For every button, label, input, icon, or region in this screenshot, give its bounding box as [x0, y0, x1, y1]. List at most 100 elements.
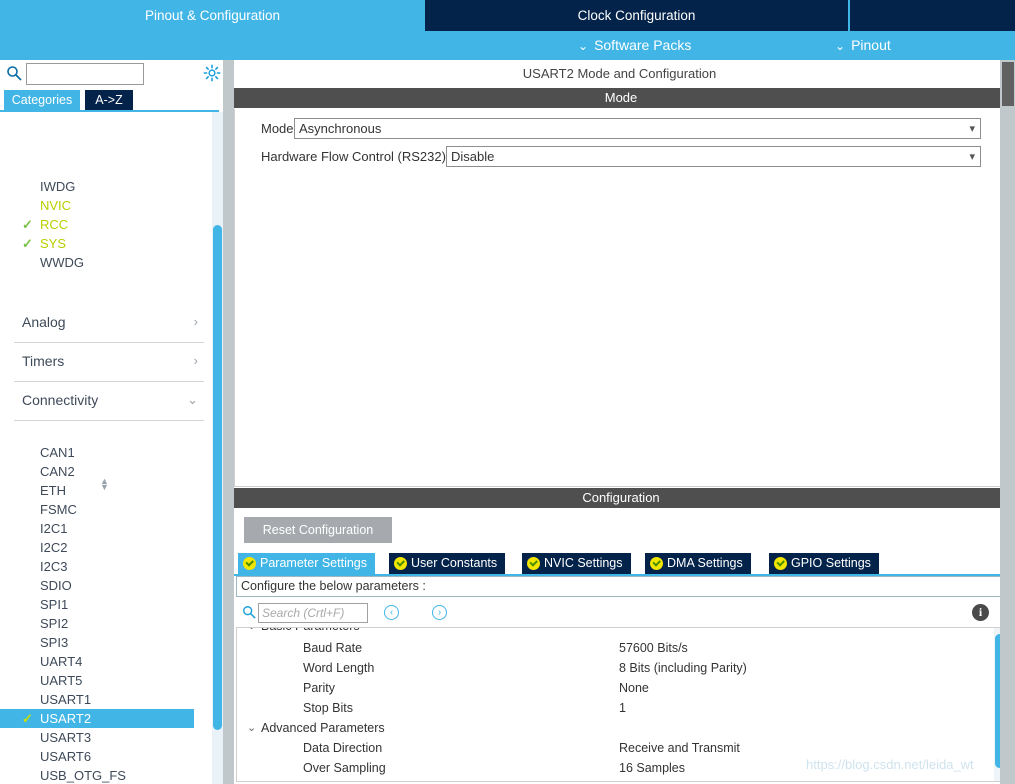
chevron-down-icon: ▾: [969, 151, 975, 163]
parameter-value: 57600 Bits/s: [619, 641, 688, 655]
sidebar-item-label: ETH: [40, 483, 66, 498]
flow-control-select[interactable]: Disable ▾: [446, 146, 981, 167]
sidebar-item-label: USART1: [40, 692, 92, 707]
sidebar-item-label: CAN1: [40, 445, 75, 460]
configuration-pane: USART2 Mode and Configuration Mode Mode …: [234, 60, 1015, 784]
sidebar-group-connectivity[interactable]: Connectivity ⌄: [14, 383, 204, 421]
configuration-panel: Reset Configuration Parameter Settings U…: [234, 509, 1008, 784]
parameter-name: Baud Rate: [303, 641, 363, 655]
sidebar-group-analog[interactable]: Analog ›: [14, 305, 204, 343]
parameter-value: 16 Samples: [619, 761, 686, 775]
pinout-menu[interactable]: ⌄ Pinout: [835, 31, 891, 60]
chevron-down-icon: ⌄: [187, 392, 198, 407]
tab-a-to-z[interactable]: A->Z: [85, 90, 133, 110]
sidebar-item-eth[interactable]: ETH: [0, 481, 194, 500]
parameter-value: None: [619, 681, 649, 695]
sidebar-group-label: Analog: [22, 314, 66, 330]
sidebar-item-iwdg[interactable]: IWDG: [0, 177, 194, 196]
sidebar-item-label: SPI2: [40, 616, 69, 631]
mode-select[interactable]: Asynchronous ▾: [294, 118, 981, 139]
tab-user-constants[interactable]: User Constants: [389, 553, 506, 574]
sidebar-item-label: UART5: [40, 673, 83, 688]
tab-parameter-settings[interactable]: Parameter Settings: [238, 553, 375, 574]
secondary-toolbar: ⌄ Software Packs ⌄ Pinout: [0, 31, 1015, 60]
tab-label: Parameter Settings: [260, 556, 367, 570]
gear-icon[interactable]: [203, 64, 221, 82]
sidebar-item-sys[interactable]: ✓ SYS: [0, 234, 194, 253]
flow-control-select-value: Disable: [451, 149, 495, 164]
sidebar-item-spi1[interactable]: SPI1: [0, 595, 194, 614]
tab-nvic-settings[interactable]: NVIC Settings: [522, 553, 631, 574]
table-row[interactable]: Baud Rate 57600 Bits/s: [237, 638, 989, 658]
pane-scrollbar-thumb[interactable]: [1002, 62, 1014, 106]
status-check-icon: [394, 557, 407, 570]
sidebar-group-label: Timers: [22, 353, 65, 369]
sidebar-item-usart3[interactable]: USART3: [0, 728, 194, 747]
sidebar-item-uart4[interactable]: UART4: [0, 652, 194, 671]
sidebar-item-label: NVIC: [40, 198, 72, 213]
sidebar-item-uart5[interactable]: UART5: [0, 671, 194, 690]
tab-label: User Constants: [411, 556, 498, 570]
main-tab-bar: Pinout & Configuration Clock Configurati…: [0, 0, 1015, 31]
watermark: https://blog.csdn.net/leida_wt: [806, 757, 974, 772]
tab-dma-settings[interactable]: DMA Settings: [645, 553, 751, 574]
sidebar-item-i2c2[interactable]: I2C2: [0, 538, 194, 557]
table-row[interactable]: ⌄ Basic Parameters: [237, 628, 989, 636]
sidebar-item-sdio[interactable]: SDIO: [0, 576, 194, 595]
sidebar-item-label: USART2: [40, 711, 92, 726]
sidebar-item-label: RCC: [40, 217, 69, 232]
flow-control-field-label: Hardware Flow Control (RS232): [261, 149, 446, 164]
sidebar-group-timers[interactable]: Timers ›: [14, 344, 204, 382]
sidebar-item-spi3[interactable]: SPI3: [0, 633, 194, 652]
tab-pinout-and-configuration[interactable]: Pinout & Configuration: [0, 0, 425, 31]
sidebar-item-can1[interactable]: CAN1: [0, 443, 194, 462]
table-row[interactable]: Data Direction Receive and Transmit: [237, 738, 989, 758]
sidebar-item-i2c3[interactable]: I2C3: [0, 557, 194, 576]
info-icon[interactable]: i: [972, 604, 989, 621]
sidebar-item-wwdg[interactable]: WWDG: [0, 253, 194, 272]
sidebar-item-fsmc[interactable]: FSMC: [0, 500, 194, 519]
sidebar-item-can2[interactable]: CAN2: [0, 462, 194, 481]
chevron-right-icon: ›: [193, 353, 198, 368]
sidebar-item-label: SDIO: [40, 578, 72, 593]
tab-project-manager[interactable]: P: [850, 0, 1015, 31]
sidebar-item-rcc[interactable]: ✓ RCC: [0, 215, 194, 234]
sidebar-search-input[interactable]: [26, 63, 144, 85]
table-row[interactable]: Stop Bits 1: [237, 698, 989, 718]
pane-scrollbar-track[interactable]: [1000, 60, 1015, 784]
sidebar-scrollbar-thumb[interactable]: [213, 225, 222, 730]
check-icon: ✓: [22, 236, 33, 251]
sidebar-item-spi2[interactable]: SPI2: [0, 614, 194, 633]
table-row[interactable]: Parity None: [237, 678, 989, 698]
sidebar-item-usart6[interactable]: USART6: [0, 747, 194, 766]
table-row[interactable]: ⌄ Advanced Parameters: [237, 718, 989, 738]
parameter-name: Word Length: [303, 661, 375, 675]
parameter-value: Receive and Transmit: [619, 741, 740, 755]
search-prev-button[interactable]: ‹: [384, 605, 399, 620]
search-next-button[interactable]: ›: [432, 605, 447, 620]
sidebar-item-label: SPI1: [40, 597, 69, 612]
tab-clock-configuration[interactable]: Clock Configuration: [425, 0, 848, 31]
chevron-down-icon: ▾: [969, 123, 975, 135]
reset-configuration-button[interactable]: Reset Configuration: [244, 517, 392, 543]
table-row[interactable]: Word Length 8 Bits (including Parity): [237, 658, 989, 678]
sidebar-item-label: I2C1: [40, 521, 68, 536]
sidebar-item-usart2[interactable]: ✓ USART2: [0, 709, 194, 728]
sidebar-item-label: SPI3: [40, 635, 69, 650]
sidebar-splitter[interactable]: [223, 60, 234, 784]
sidebar-item-i2c1[interactable]: I2C1: [0, 519, 194, 538]
check-icon: ✓: [22, 711, 33, 726]
chevron-down-icon: ⌄: [247, 722, 257, 734]
sidebar-item-usb-otg-fs[interactable]: USB_OTG_FS: [0, 766, 194, 784]
configuration-hint: Configure the below parameters :: [236, 576, 1006, 597]
parameter-search-input[interactable]: Search (Crtl+F): [258, 603, 368, 623]
check-icon: ✓: [22, 217, 33, 232]
sidebar-item-nvic[interactable]: NVIC: [0, 196, 194, 215]
sidebar-item-usart1[interactable]: USART1: [0, 690, 194, 709]
mode-section-header: Mode: [234, 88, 1008, 108]
chevron-right-icon: ›: [193, 314, 198, 329]
parameter-name: Advanced Parameters: [261, 721, 385, 735]
software-packs-menu[interactable]: ⌄ Software Packs: [578, 31, 691, 60]
tab-gpio-settings[interactable]: GPIO Settings: [769, 553, 879, 574]
tab-categories[interactable]: Categories: [4, 90, 80, 110]
